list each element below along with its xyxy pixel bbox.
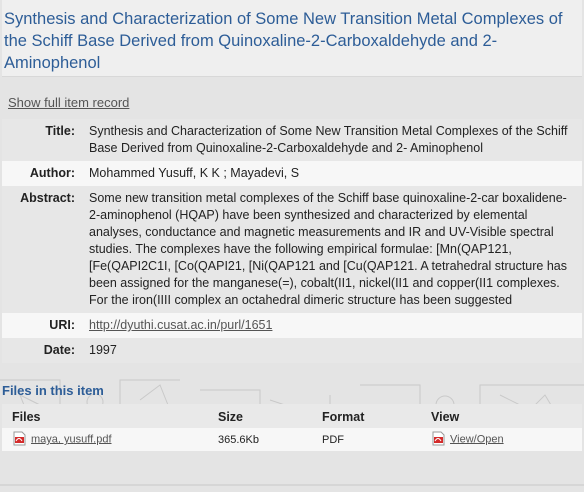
file-format: PDF bbox=[312, 428, 421, 451]
metadata-row-author: Author: Mohammed Yusuff, K K ; Mayadevi,… bbox=[2, 161, 582, 186]
uri-label: URI: bbox=[2, 313, 87, 338]
metadata-table: Title: Synthesis and Characterization of… bbox=[2, 119, 582, 363]
files-col-view: View bbox=[421, 404, 582, 428]
metadata-row-date: Date: 1997 bbox=[2, 338, 582, 363]
author-label: Author: bbox=[2, 161, 87, 186]
file-view-cell: View/Open bbox=[421, 428, 582, 451]
view-open-link[interactable]: View/Open bbox=[450, 433, 504, 445]
title-value: Synthesis and Characterization of Some N… bbox=[87, 119, 582, 161]
item-heading: Synthesis and Characterization of Some N… bbox=[4, 10, 563, 72]
abstract-label: Abstract: bbox=[2, 186, 87, 313]
files-col-format: Format bbox=[312, 404, 421, 428]
file-size: 365.6Kb bbox=[208, 428, 312, 451]
abstract-value: Some new transition metal complexes of t… bbox=[87, 186, 582, 313]
pdf-icon bbox=[13, 431, 26, 446]
date-value: 1997 bbox=[87, 338, 582, 363]
file-name-link[interactable]: maya, yusuff.pdf bbox=[31, 433, 112, 445]
metadata-row-uri: URI: http://dyuthi.cusat.ac.in/purl/1651 bbox=[2, 313, 582, 338]
author-value: Mohammed Yusuff, K K ; Mayadevi, S bbox=[87, 161, 582, 186]
date-label: Date: bbox=[2, 338, 87, 363]
metadata-row-title: Title: Synthesis and Characterization of… bbox=[2, 119, 582, 161]
metadata-row-abstract: Abstract: Some new transition metal comp… bbox=[2, 186, 582, 313]
item-heading-box: Synthesis and Characterization of Some N… bbox=[2, 0, 582, 77]
title-label: Title: bbox=[2, 119, 87, 161]
files-col-files: Files bbox=[2, 404, 208, 428]
files-header-row: Files Size Format View bbox=[2, 404, 582, 428]
show-full-record-link[interactable]: Show full item record bbox=[8, 95, 129, 110]
files-heading: Files in this item bbox=[2, 383, 104, 398]
files-table: Files Size Format View maya, yusuff.pdf … bbox=[2, 404, 582, 451]
file-name-cell: maya, yusuff.pdf bbox=[2, 428, 208, 451]
pdf-icon bbox=[432, 431, 445, 446]
file-row: maya, yusuff.pdf 365.6Kb PDF View/Open bbox=[2, 428, 582, 451]
uri-link[interactable]: http://dyuthi.cusat.ac.in/purl/1651 bbox=[89, 318, 272, 332]
files-col-size: Size bbox=[208, 404, 312, 428]
